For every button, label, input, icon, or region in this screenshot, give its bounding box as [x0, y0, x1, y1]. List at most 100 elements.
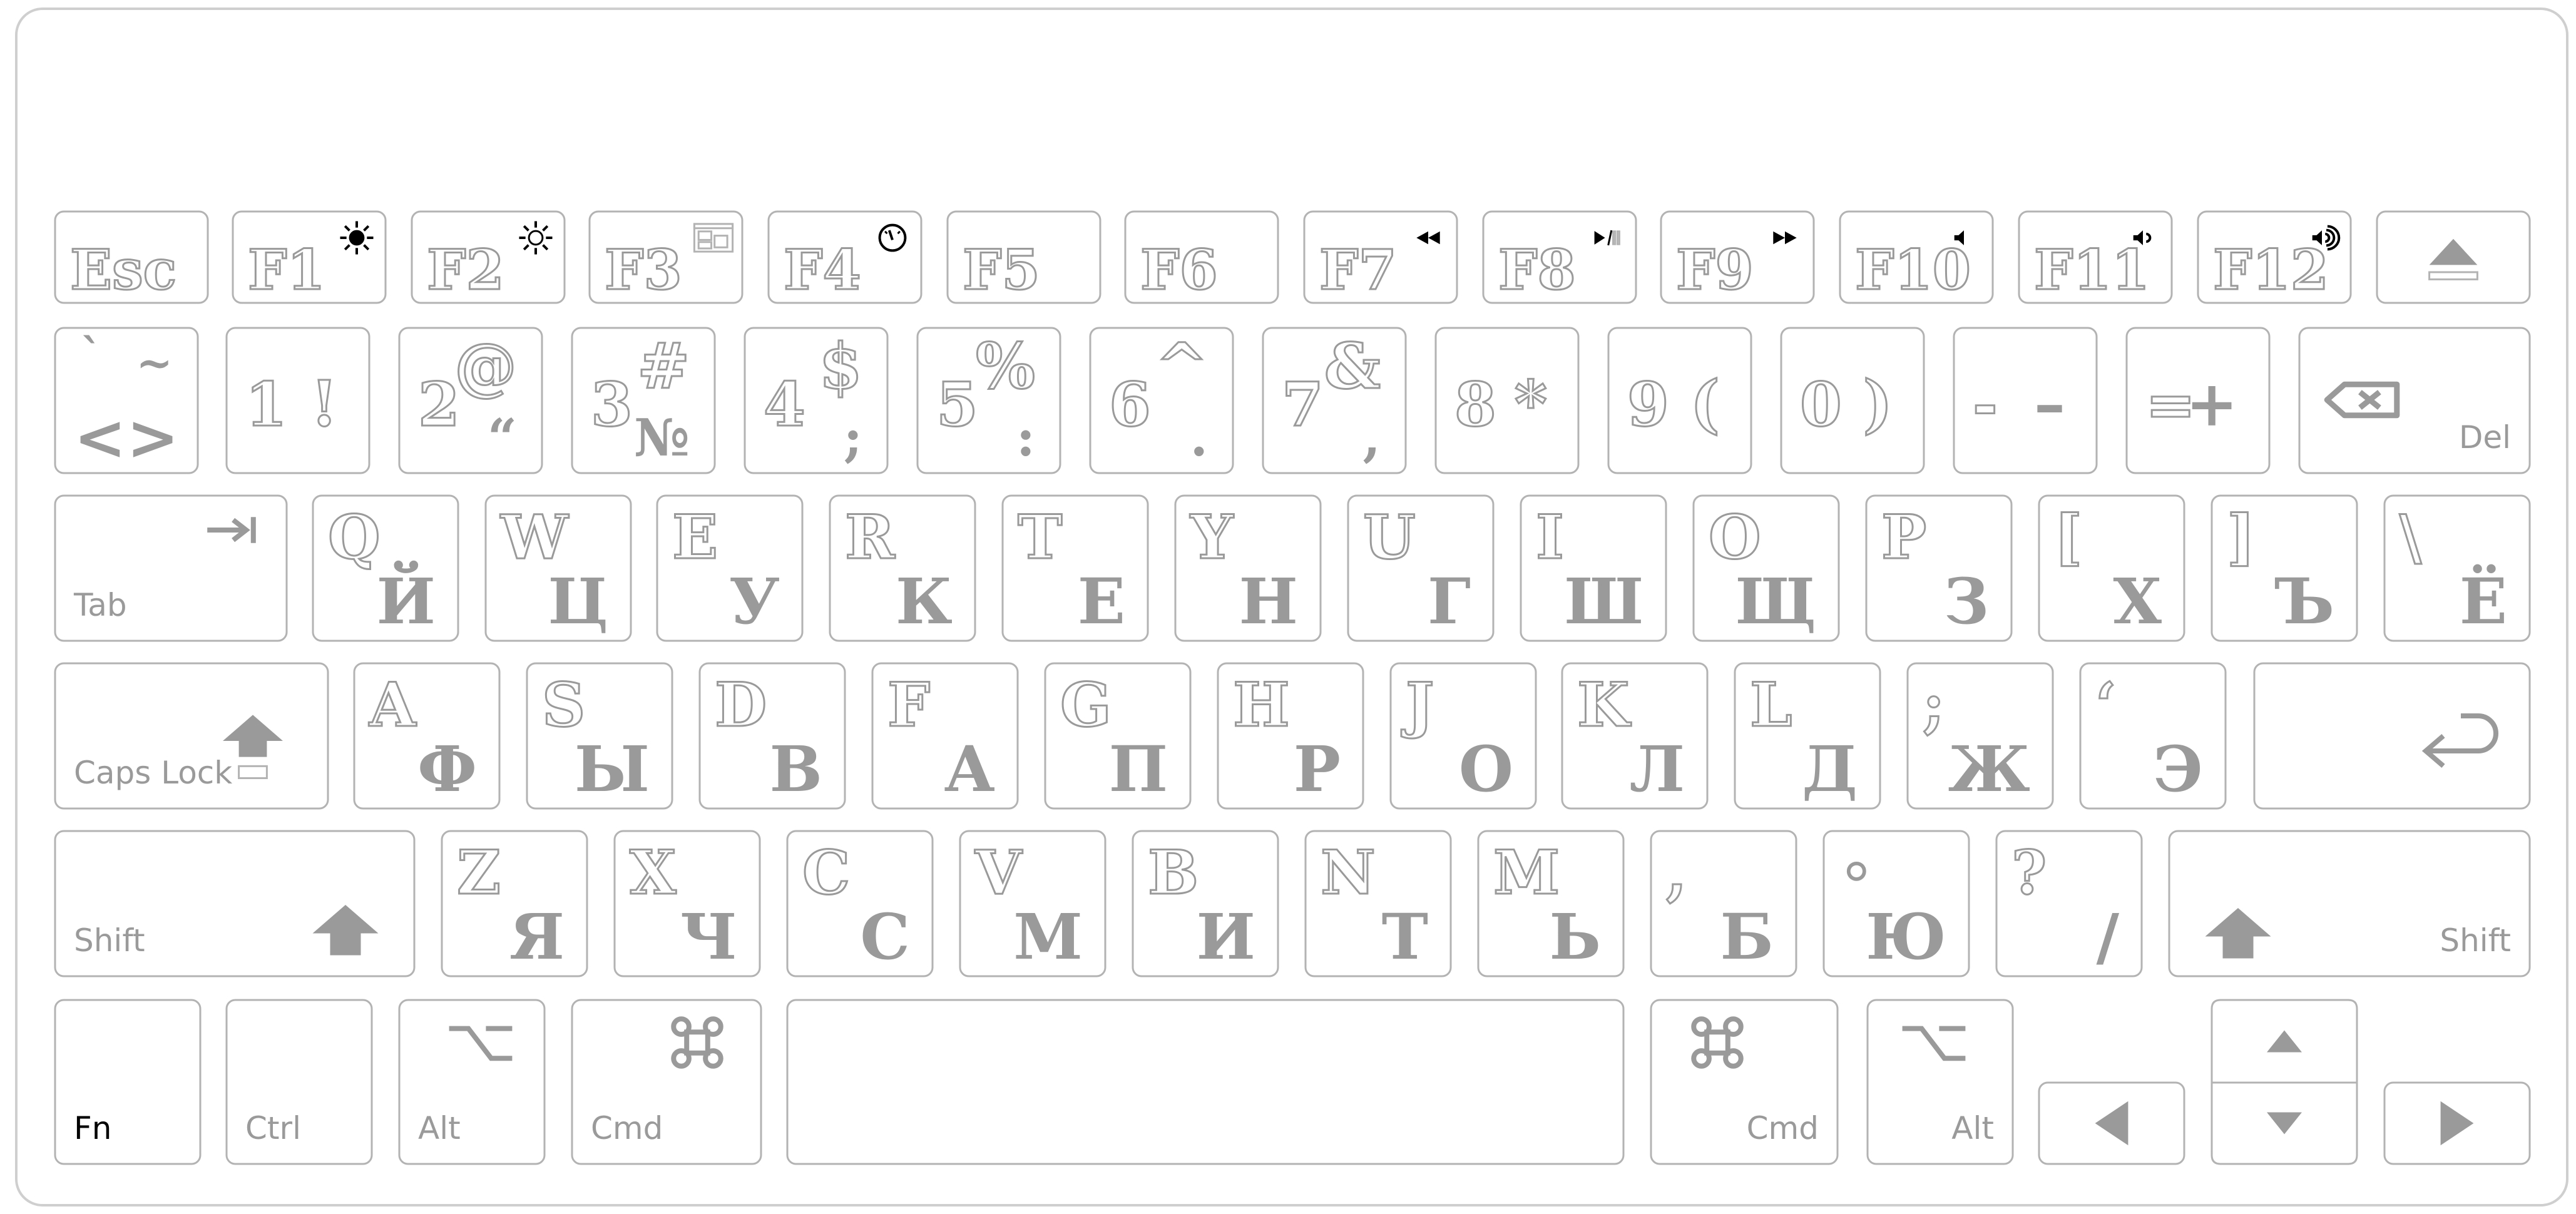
key-symbol: ! [310, 367, 338, 441]
key-russian: Ъ [2274, 564, 2334, 638]
key-f10[interactable]: F10 [1839, 210, 1994, 304]
key-caps[interactable]: Caps Lock [54, 662, 329, 810]
key-lshift[interactable]: Shift [54, 830, 416, 977]
key-latin: 2 [418, 369, 460, 440]
key-label: F10 [1855, 237, 1971, 302]
key-lbracket[interactable]: [Х [2038, 494, 2185, 642]
key-russian: Э [2153, 732, 2203, 806]
key-del[interactable]: Del [2298, 327, 2531, 474]
key-enter[interactable] [2253, 662, 2531, 810]
key-r[interactable]: RК [829, 494, 976, 642]
key-fn[interactable]: Fn [54, 999, 202, 1165]
key-russian: Я [509, 900, 565, 974]
key-l[interactable]: LД [1734, 662, 1881, 810]
key-space[interactable] [786, 999, 1625, 1165]
key-z[interactable]: ZЯ [441, 830, 588, 977]
key-0[interactable]: 0) [1780, 327, 1925, 474]
key-russian: К [896, 564, 953, 638]
key-symbol: ` [80, 329, 102, 381]
key-left[interactable] [2038, 1081, 2185, 1165]
key-u[interactable]: UГ [1347, 494, 1495, 642]
key-n[interactable]: NТ [1304, 830, 1452, 977]
key-p[interactable]: PЗ [1865, 494, 2013, 642]
key-h[interactable]: HР [1217, 662, 1364, 810]
key-q[interactable]: QЙ [312, 494, 459, 642]
key-5[interactable]: 5%: [916, 327, 1061, 474]
key-6[interactable]: 6^. [1089, 327, 1234, 474]
key-symbol: – [2034, 367, 2065, 441]
key-s[interactable]: SЫ [526, 662, 673, 810]
key-eject[interactable] [2376, 210, 2531, 304]
key-grave[interactable]: ` ~< > [54, 327, 199, 474]
key-russian: . [1190, 408, 1208, 468]
key-tab[interactable]: Tab [54, 494, 288, 642]
key-rcmd[interactable]: Cmd [1650, 999, 1839, 1165]
key-f2[interactable]: F2 [411, 210, 566, 304]
key-backslash[interactable]: \Ё [2383, 494, 2531, 642]
key-t[interactable]: TЕ [1001, 494, 1149, 642]
key-7[interactable]: 7&, [1262, 327, 1407, 474]
key-latin: ; [1923, 670, 1945, 740]
key-g[interactable]: GП [1044, 662, 1192, 810]
key-comma[interactable]: ,Б [1650, 830, 1797, 977]
key-equal[interactable]: =+ [2125, 327, 2271, 474]
key-period[interactable]: ◦Ю [1822, 830, 1970, 977]
key-w[interactable]: WЦ [484, 494, 632, 642]
key-lalt[interactable]: Alt [398, 999, 546, 1165]
key-latin: ‘ [2095, 670, 2116, 740]
key-latin: 8 [1454, 369, 1496, 440]
key-semicolon[interactable]: ;Ж [1906, 662, 2054, 810]
key-x[interactable]: XЧ [613, 830, 761, 977]
key-j[interactable]: JО [1389, 662, 1537, 810]
key-symbol: * [1515, 367, 1547, 441]
key-latin: \ [2400, 502, 2422, 573]
key-russian: ; [844, 408, 862, 468]
key-f[interactable]: FА [871, 662, 1019, 810]
key-4[interactable]: 4$; [744, 327, 889, 474]
key-f9[interactable]: F9 [1660, 210, 1815, 304]
key-3[interactable]: 3#№ [571, 327, 716, 474]
key-1[interactable]: 1! [225, 327, 371, 474]
key-9[interactable]: 9( [1607, 327, 1752, 474]
key-f5[interactable]: F5 [946, 210, 1101, 304]
key-k[interactable]: KЛ [1561, 662, 1709, 810]
key-b[interactable]: BИ [1132, 830, 1279, 977]
key-e[interactable]: EУ [656, 494, 804, 642]
key-ralt[interactable]: Alt [1866, 999, 2014, 1165]
key-f3[interactable]: F3 [588, 210, 744, 304]
key-f4[interactable]: F4 [767, 210, 923, 304]
key-f12[interactable]: F12 [2197, 210, 2352, 304]
key-i[interactable]: IШ [1520, 494, 1667, 642]
key-russian: Ю [1866, 900, 1946, 974]
key-y[interactable]: YН [1174, 494, 1322, 642]
key-down[interactable] [2211, 1081, 2358, 1165]
key-minus[interactable]: - – [1953, 327, 2098, 474]
key-quote[interactable]: ‘Э [2079, 662, 2227, 810]
key-up[interactable] [2211, 999, 2358, 1083]
key-f1[interactable]: F1 [232, 210, 387, 304]
key-d[interactable]: DВ [698, 662, 846, 810]
key-label: F11 [2034, 237, 2150, 302]
key-8[interactable]: 8 * [1434, 327, 1580, 474]
key-slash[interactable]: ?/ [1995, 830, 2143, 977]
key-m[interactable]: MЬ [1477, 830, 1625, 977]
key-2[interactable]: 2@“ [398, 327, 543, 474]
key-right[interactable] [2383, 1081, 2531, 1165]
key-v[interactable]: VМ [959, 830, 1107, 977]
key-f11[interactable]: F11 [2018, 210, 2173, 304]
key-russian: Ц [548, 564, 608, 638]
key-lcmd[interactable]: Cmd [571, 999, 762, 1165]
key-f8[interactable]: F8 [1482, 210, 1637, 304]
key-ctrl[interactable]: Ctrl [225, 999, 373, 1165]
key-rbracket[interactable]: ]Ъ [2211, 494, 2358, 642]
key-f6[interactable]: F6 [1124, 210, 1279, 304]
key-c[interactable]: CС [786, 830, 934, 977]
key-o[interactable]: OЩ [1692, 494, 1840, 642]
key-f7[interactable]: F7 [1303, 210, 1458, 304]
key-latin: R [845, 502, 896, 573]
key-esc[interactable]: Esc [54, 210, 209, 304]
key-latin: J [1401, 670, 1434, 740]
key-a[interactable]: AФ [353, 662, 501, 810]
key-rshift[interactable]: Shift [2168, 830, 2531, 977]
key-label: F8 [1498, 237, 1576, 302]
